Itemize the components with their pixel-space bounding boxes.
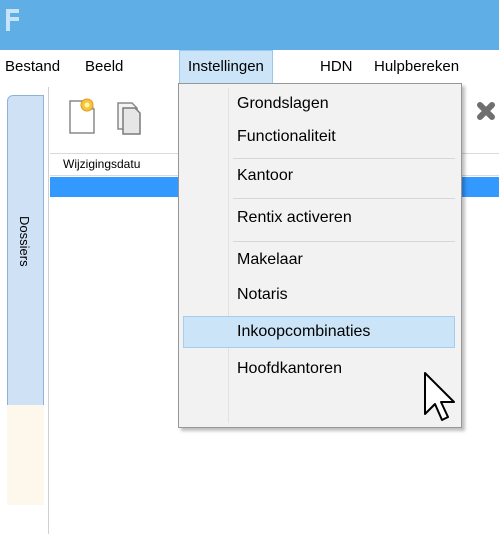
copy-button[interactable] — [108, 97, 148, 137]
menu-item-makelaar[interactable]: Makelaar — [183, 244, 455, 276]
new-document-icon — [69, 98, 95, 134]
menu-item-hoofdkantoren[interactable]: Hoofdkantoren — [183, 353, 455, 385]
new-document-button[interactable] — [62, 97, 102, 137]
menu-item-functionaliteit[interactable]: Functionaliteit — [183, 121, 455, 153]
menu-item-inkoopcombinaties[interactable]: Inkoopcombinaties — [183, 316, 455, 348]
dossiers-tab[interactable]: Dossiers — [7, 95, 44, 415]
instellingen-dropdown-menu: Grondslagen Functionaliteit Kantoor Rent… — [178, 83, 462, 428]
menu-bar: Bestand Beeld Instellingen HDN Hulpberek… — [0, 50, 499, 87]
mouse-pointer-icon — [422, 370, 458, 428]
menu-separator — [233, 158, 455, 159]
menu-hdn[interactable]: HDN — [320, 50, 353, 84]
menu-hulpbereken[interactable]: Hulpbereken — [374, 50, 459, 84]
menu-item-rentix-activeren[interactable]: Rentix activeren — [183, 202, 455, 234]
sidebar-panel — [7, 405, 44, 505]
menu-item-kantoor[interactable]: Kantoor — [183, 160, 455, 192]
copy-document-icon — [117, 102, 141, 135]
sidebar: Dossiers — [0, 87, 50, 534]
menu-item-grondslagen[interactable]: Grondslagen — [183, 88, 455, 120]
sidebar-divider — [48, 87, 49, 534]
menu-instellingen[interactable]: Instellingen — [179, 50, 273, 84]
app-icon[interactable] — [6, 9, 20, 31]
menu-separator — [233, 241, 455, 242]
title-bar — [0, 0, 499, 50]
menu-item-notaris[interactable]: Notaris — [183, 279, 455, 311]
dossiers-tab-label: Dossiers — [17, 216, 32, 267]
menu-separator — [233, 198, 455, 199]
column-header-label: Wijzigingsdatu — [63, 157, 141, 171]
delete-icon — [477, 102, 495, 120]
delete-button[interactable] — [462, 97, 499, 137]
menu-bestand[interactable]: Bestand — [5, 50, 60, 84]
menu-beeld[interactable]: Beeld — [85, 50, 123, 84]
